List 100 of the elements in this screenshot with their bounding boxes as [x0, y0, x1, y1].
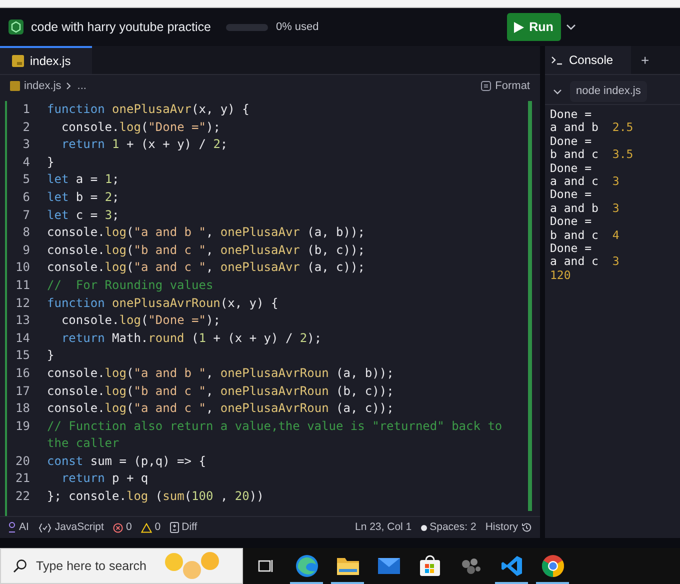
status-spaces-button[interactable]: Spaces: 2: [420, 520, 476, 536]
code-line: console.log("Done =");: [60, 118, 222, 136]
warning-icon: [140, 522, 152, 532]
console-output-line: a and b 3: [550, 202, 620, 216]
line-number: 19: [14, 418, 30, 435]
status-language-button[interactable]: JavaScript: [38, 520, 104, 536]
console-output-line: a and c 3: [550, 255, 620, 269]
console-output-line: b and c 3.5: [550, 148, 634, 162]
code-braces-icon: [38, 522, 52, 532]
console-tab[interactable]: Console: [545, 46, 631, 74]
code-line: console.log("b and c ", onePlusaAvr (b, c));: [47, 242, 366, 259]
usage-label: 0% used: [276, 20, 319, 35]
dot-icon: [420, 524, 427, 530]
status-diff-button[interactable]: Diff: [170, 520, 198, 536]
code-line: let b = 2;: [47, 188, 120, 206]
code-line: function onePlusaAvrRoun(x, y) {: [47, 294, 280, 312]
code-line: console.log("a and c ", onePlusaAvrRoun (a, c));: [47, 400, 395, 418]
status-history-button[interactable]: History: [485, 520, 532, 536]
folder-icon: [336, 555, 360, 577]
project-title: code with harry youtube practice: [31, 18, 211, 36]
line-number: 5: [22, 171, 30, 188]
line-number: 10: [14, 259, 30, 276]
status-cursor-position-button[interactable]: Ln 23, Col 1: [355, 520, 412, 536]
status-ai-button[interactable]: AI: [8, 520, 29, 536]
diff-icon: [170, 522, 179, 533]
line-number: 18: [14, 400, 30, 418]
error-icon: [112, 522, 123, 532]
code-line: // Function also return a value,the value is "returned" back to the caller: [47, 418, 504, 452]
console-output-line: a and c 3: [550, 175, 620, 188]
line-number: 1: [22, 101, 30, 118]
line-number: 8: [22, 224, 30, 242]
code-line: let a = 1;: [47, 171, 120, 188]
line-number: 15: [14, 347, 30, 364]
dots-cluster-icon: [460, 556, 482, 576]
line-number: 6: [22, 188, 30, 206]
store-bag-icon: [418, 555, 440, 577]
code-line: const sum = (p,q) => {: [47, 452, 207, 470]
code-line: console.log("a and c ", onePlusaAvr (a, c));: [47, 259, 366, 276]
console-output-line: Done =: [550, 188, 592, 202]
mail-icon: [376, 556, 400, 576]
ai-icon: [8, 522, 16, 533]
format-icon: [481, 81, 492, 91]
console-output-line: 120: [550, 268, 571, 282]
console-output-line: Done =: [550, 215, 592, 229]
line-number: 9: [22, 242, 30, 259]
console-output-line: Done =: [550, 242, 592, 256]
code-line: // For Rounding values: [47, 276, 214, 294]
run-button[interactable]: Run: [506, 13, 561, 41]
console-output-line: Done =: [550, 134, 592, 148]
code-line: }; console.log (sum(100 , 20)): [47, 488, 265, 506]
line-number: 4: [22, 154, 30, 171]
line-number: 17: [14, 382, 30, 400]
console-output-line: Done =: [550, 108, 592, 122]
console-output-line: a and b 2.5: [550, 121, 634, 135]
line-number: 13: [14, 312, 30, 330]
add-tab-button[interactable]: +: [641, 50, 650, 70]
code-line: console.log("a and b ", onePlusaAvr (a, b));: [47, 224, 366, 242]
command-label: node index.js: [570, 81, 647, 102]
code-editor-icon: [500, 555, 522, 577]
collapse-icon[interactable]: [553, 88, 562, 94]
code-line: return 1 + (x + y) / 2;: [60, 136, 229, 154]
line-number: 7: [22, 206, 30, 224]
task-view-icon: [256, 558, 274, 574]
format-button[interactable]: Format: [481, 78, 530, 94]
breadcrumb-item[interactable]: index.js: [24, 78, 62, 94]
line-number: 16: [14, 364, 30, 382]
taskbar-search-field[interactable]: Type here to search: [0, 548, 243, 584]
code-line: console.log("Done =");: [60, 312, 222, 330]
line-number: 3: [22, 136, 30, 154]
code-line: return p + q: [60, 470, 150, 488]
chevron-icon: [65, 82, 74, 90]
scrollbar-thumb[interactable]: [528, 101, 532, 511]
code-line: console.log("b and c ", onePlusaAvrRoun (b, c));: [47, 382, 395, 400]
round-browser-icon: [540, 554, 564, 578]
js-file-icon: [12, 55, 24, 67]
code-line: }: [47, 347, 56, 364]
status-errors-button[interactable]: 0: [112, 520, 132, 536]
js-file-icon: [10, 81, 20, 91]
code-line: function onePlusaAvr(x, y) {: [47, 101, 250, 118]
code-line: console.log("a and b ", onePlusaAvrRoun (a, b));: [47, 364, 395, 382]
file-tab[interactable]: index.js: [0, 46, 92, 74]
caret-icon[interactable]: [566, 24, 576, 30]
history-icon: [521, 522, 532, 533]
breadcrumb-item[interactable]: ...: [77, 78, 86, 94]
line-number: 14: [14, 330, 30, 347]
line-number: 2: [22, 118, 30, 136]
status-warnings-button[interactable]: 0: [140, 520, 161, 536]
code-line: let c = 3;: [47, 206, 120, 224]
line-number: 21: [14, 470, 30, 488]
node-logo-icon: [8, 19, 24, 35]
search-input[interactable]: Type here to search: [36, 556, 156, 576]
play-icon: [514, 22, 524, 32]
line-number: 11: [14, 276, 30, 294]
console-output-line: Done =: [550, 162, 592, 176]
line-number: 20: [14, 452, 30, 470]
console-output-line: b and c 4: [550, 228, 620, 242]
browser-swirl-icon: [294, 554, 318, 578]
code-line: return Math.round (1 + (x + y) / 2);: [60, 330, 323, 347]
line-number: 22: [14, 488, 30, 506]
search-icon: [13, 559, 27, 573]
